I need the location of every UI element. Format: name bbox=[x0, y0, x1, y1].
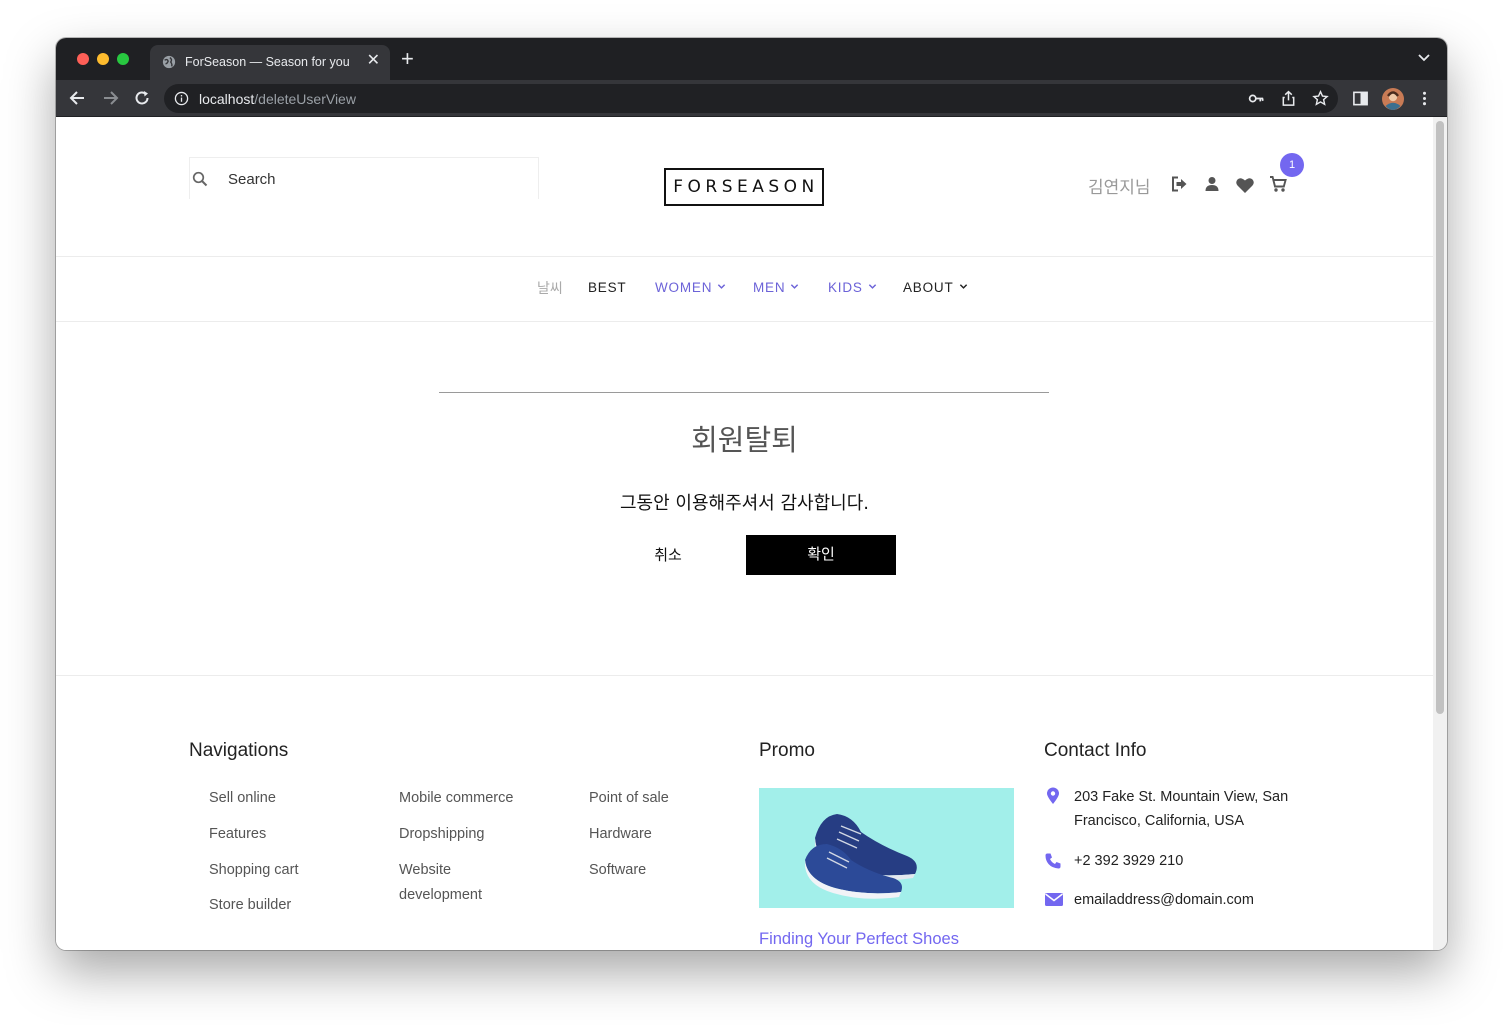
nav-men-label: MEN bbox=[753, 280, 786, 295]
chevron-down-icon bbox=[868, 284, 876, 289]
address-bar[interactable]: localhost/deleteUserView bbox=[164, 84, 1338, 113]
side-panel-icon[interactable] bbox=[1352, 90, 1369, 107]
back-icon[interactable] bbox=[68, 88, 88, 108]
chevron-down-icon bbox=[959, 284, 967, 289]
minimize-window-button[interactable] bbox=[97, 53, 109, 65]
divider bbox=[439, 392, 1049, 393]
footer-link[interactable]: Mobile commerce bbox=[399, 786, 513, 811]
footer-link[interactable]: Dropshipping bbox=[399, 822, 484, 847]
bookmark-star-icon[interactable] bbox=[1312, 90, 1329, 107]
cancel-button[interactable]: 취소 bbox=[618, 535, 718, 575]
footer-link[interactable]: Features bbox=[209, 822, 266, 847]
profile-avatar[interactable] bbox=[1382, 88, 1404, 110]
cart-icon[interactable] bbox=[1269, 175, 1287, 193]
farewell-message: 그동안 이용해주셔서 감사합니다. bbox=[619, 493, 869, 514]
logout-icon[interactable] bbox=[1170, 175, 1188, 193]
footer-link[interactable]: Sell online bbox=[209, 786, 276, 811]
location-pin-icon bbox=[1047, 787, 1059, 804]
main-nav: 날씨 BEST WOMEN MEN KIDS ABOUT bbox=[56, 256, 1433, 322]
forward-icon[interactable] bbox=[100, 88, 120, 108]
phone-icon bbox=[1045, 853, 1061, 869]
tab-strip: ForSeason — Season for you ✕ + bbox=[56, 38, 1447, 80]
site-logo[interactable]: FORSEASON bbox=[664, 168, 824, 206]
footer-link[interactable]: Point of sale bbox=[589, 786, 669, 811]
promo-link[interactable]: Finding Your Perfect Shoes bbox=[759, 930, 959, 949]
shoe-illustration bbox=[804, 814, 917, 899]
site-info-icon[interactable] bbox=[174, 91, 189, 106]
tab-title: ForSeason — Season for you bbox=[185, 55, 350, 69]
nav-women-label: WOMEN bbox=[655, 280, 713, 295]
search-input[interactable] bbox=[228, 166, 528, 192]
scrollbar-thumb[interactable] bbox=[1436, 121, 1444, 714]
contact-email: emailaddress@domain.com bbox=[1074, 892, 1254, 908]
close-tab-icon[interactable]: ✕ bbox=[367, 52, 380, 70]
footer-link[interactable]: Hardware bbox=[589, 822, 652, 847]
footer-link[interactable]: Store builder bbox=[209, 893, 291, 918]
cart-count-badge: 1 bbox=[1280, 153, 1304, 177]
browser-toolbar: localhost/deleteUserView bbox=[56, 80, 1447, 117]
footer-link[interactable]: Shopping cart bbox=[209, 858, 298, 883]
wishlist-heart-icon[interactable] bbox=[1235, 175, 1255, 195]
footer-nav-heading: Navigations bbox=[189, 740, 289, 761]
contact-phone: +2 392 3929 210 bbox=[1074, 853, 1184, 869]
nav-kids-label: KIDS bbox=[828, 280, 863, 295]
globe-icon bbox=[162, 55, 176, 69]
nav-women[interactable]: WOMEN bbox=[655, 280, 726, 295]
promo-shoe-image[interactable] bbox=[759, 788, 1014, 908]
footer-link[interactable]: Website development bbox=[399, 858, 529, 908]
user-icon[interactable] bbox=[1203, 175, 1221, 193]
key-icon[interactable] bbox=[1248, 90, 1265, 107]
nav-best[interactable]: BEST bbox=[588, 280, 626, 295]
chevron-down-icon bbox=[718, 284, 726, 289]
share-icon[interactable] bbox=[1280, 90, 1297, 107]
search-icon bbox=[192, 171, 208, 187]
maximize-window-button[interactable] bbox=[117, 53, 129, 65]
confirm-button[interactable]: 확인 bbox=[746, 535, 896, 575]
footer: Navigations Sell online Features Shoppin… bbox=[56, 675, 1433, 950]
contact-address: 203 Fake St. Mountain View, San Francisc… bbox=[1074, 789, 1289, 829]
browser-tab[interactable]: ForSeason — Season for you ✕ bbox=[150, 45, 390, 80]
footer-contact-heading: Contact Info bbox=[1044, 740, 1147, 761]
footer-promo-heading: Promo bbox=[759, 740, 815, 761]
username-label: 김연지님 bbox=[1088, 178, 1151, 198]
browser-window: ForSeason — Season for you ✕ + localhost… bbox=[56, 38, 1447, 950]
email-icon bbox=[1045, 893, 1063, 906]
web-page: FORSEASON 김연지님 1 날씨 BEST WOMEN MEN KIDS … bbox=[56, 117, 1433, 950]
page-scrollbar[interactable] bbox=[1433, 117, 1447, 950]
url-text: localhost/deleteUserView bbox=[199, 91, 356, 107]
page-title: 회원탈퇴 bbox=[691, 423, 798, 457]
nav-weather[interactable]: 날씨 bbox=[537, 278, 563, 298]
close-window-button[interactable] bbox=[77, 53, 89, 65]
reload-icon[interactable] bbox=[132, 88, 152, 108]
nav-about[interactable]: ABOUT bbox=[903, 280, 968, 295]
chevron-down-icon bbox=[791, 284, 799, 289]
nav-kids[interactable]: KIDS bbox=[828, 280, 877, 295]
tab-search-chevron-icon[interactable] bbox=[1417, 50, 1431, 64]
new-tab-icon[interactable]: + bbox=[401, 47, 414, 71]
search-box bbox=[189, 157, 539, 199]
footer-link[interactable]: Software bbox=[589, 858, 646, 883]
nav-about-label: ABOUT bbox=[903, 280, 954, 295]
nav-men[interactable]: MEN bbox=[753, 280, 799, 295]
browser-menu-icon[interactable] bbox=[1416, 90, 1433, 107]
